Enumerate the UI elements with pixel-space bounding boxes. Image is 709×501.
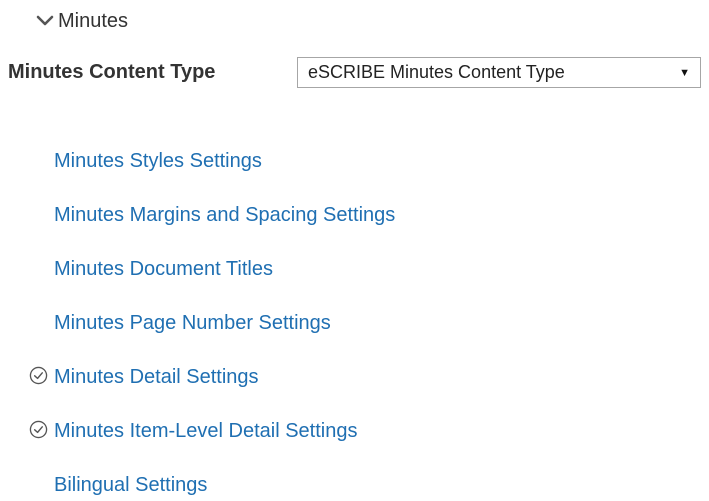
- link-minutes-document-titles[interactable]: Minutes Document Titles: [54, 258, 273, 281]
- link-minutes-item-level-detail-settings[interactable]: Minutes Item-Level Detail Settings: [54, 420, 357, 443]
- link-minutes-page-number-settings[interactable]: Minutes Page Number Settings: [54, 312, 331, 335]
- content-type-select[interactable]: eSCRIBE Minutes Content Type ▼: [297, 57, 701, 88]
- link-row-minutes-page-number-settings: Minutes Page Number Settings: [54, 309, 331, 337]
- link-row-minutes-detail-settings: Minutes Detail Settings: [54, 363, 259, 391]
- dropdown-arrow-icon: ▼: [679, 66, 690, 79]
- check-circle-icon: [29, 366, 48, 385]
- content-type-label: Minutes Content Type: [8, 61, 216, 83]
- link-minutes-detail-settings[interactable]: Minutes Detail Settings: [54, 366, 259, 389]
- section-title: Minutes: [58, 9, 129, 32]
- chevron-down-icon: [34, 10, 56, 32]
- link-row-minutes-document-titles: Minutes Document Titles: [54, 255, 273, 283]
- section-header-minutes[interactable]: Minutes: [34, 8, 128, 34]
- link-row-minutes-styles-settings: Minutes Styles Settings: [54, 147, 262, 175]
- link-row-minutes-item-level-detail-settings: Minutes Item-Level Detail Settings: [54, 417, 357, 445]
- content-type-selected-value: eSCRIBE Minutes Content Type: [308, 62, 565, 82]
- check-circle-icon: [29, 420, 48, 439]
- link-minutes-margins-spacing-settings[interactable]: Minutes Margins and Spacing Settings: [54, 204, 395, 227]
- link-row-bilingual-settings: Bilingual Settings: [54, 471, 207, 499]
- link-bilingual-settings[interactable]: Bilingual Settings: [54, 474, 207, 497]
- link-minutes-styles-settings[interactable]: Minutes Styles Settings: [54, 150, 262, 173]
- link-row-minutes-margins-spacing-settings: Minutes Margins and Spacing Settings: [54, 201, 395, 229]
